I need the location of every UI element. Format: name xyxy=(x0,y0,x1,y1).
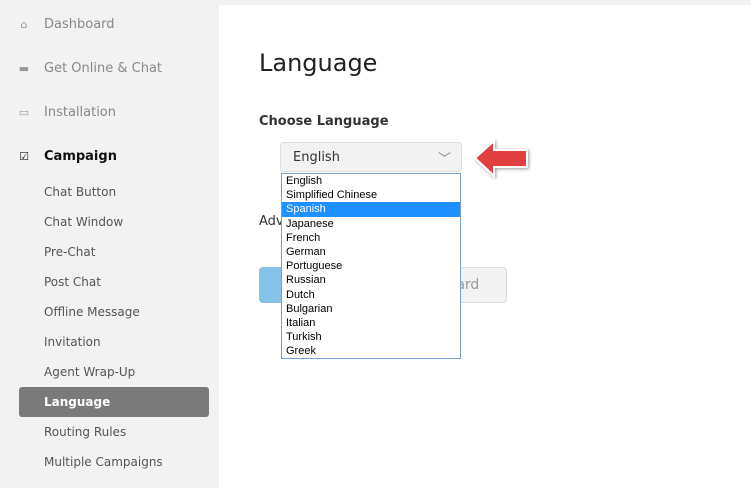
nav-label: Get Online & Chat xyxy=(44,60,163,76)
window-icon: ▭ xyxy=(18,105,30,119)
chevron-down-icon: ﹀ xyxy=(437,152,451,167)
language-option[interactable]: Portuguese xyxy=(282,259,460,273)
language-option[interactable]: Italian xyxy=(282,316,460,330)
language-option[interactable]: Russian xyxy=(282,273,460,287)
nav-label: Installation xyxy=(44,104,117,120)
language-option[interactable]: Turkish xyxy=(282,330,460,344)
chat-icon: ▬ xyxy=(18,61,30,75)
language-option[interactable]: Bulgarian xyxy=(282,302,460,316)
sidebar-item-agent-wrap-up[interactable]: Agent Wrap-Up xyxy=(19,357,209,387)
red-arrow-icon xyxy=(473,138,528,179)
language-option[interactable]: French xyxy=(282,231,460,245)
edit-icon: ☑ xyxy=(19,149,29,163)
language-option[interactable]: Dutch xyxy=(282,288,460,302)
language-option[interactable]: Spanish xyxy=(282,202,460,217)
nav-label: Dashboard xyxy=(44,16,115,32)
page-title: Language xyxy=(259,49,378,77)
selected-value: English xyxy=(293,150,340,165)
nav-label: Campaign xyxy=(44,148,117,164)
home-icon: ⌂ xyxy=(20,17,28,31)
language-option[interactable]: English xyxy=(282,174,460,188)
sidebar-item-post-chat[interactable]: Post Chat xyxy=(19,267,209,297)
language-option[interactable]: Simplified Chinese xyxy=(282,188,460,202)
nav-campaign[interactable]: ☑ Campaign xyxy=(18,146,117,166)
language-dropdown-list[interactable]: English Simplified Chinese Spanish Japanese… xyxy=(281,173,461,359)
language-option[interactable]: Japanese xyxy=(282,217,460,231)
choose-language-label: Choose Language xyxy=(259,114,389,129)
language-select[interactable]: English ﹀ xyxy=(280,142,462,172)
sidebar-item-pre-chat[interactable]: Pre-Chat xyxy=(19,237,209,267)
nav-get-online-chat[interactable]: ▬ Get Online & Chat xyxy=(18,58,162,78)
nav-installation[interactable]: ▭ Installation xyxy=(18,102,116,122)
language-option[interactable]: German xyxy=(282,245,460,259)
sidebar-item-routing-rules[interactable]: Routing Rules xyxy=(19,417,209,447)
sidebar-item-multiple-campaigns[interactable]: Multiple Campaigns xyxy=(19,447,209,477)
sidebar: ⌂ Dashboard ▬ Get Online & Chat ▭ Installat… xyxy=(0,0,219,488)
language-option[interactable]: Greek xyxy=(282,344,460,358)
sidebar-item-invitation[interactable]: Invitation xyxy=(19,327,209,357)
nav-dashboard[interactable]: ⌂ Dashboard xyxy=(18,14,115,34)
sidebar-item-chat-button[interactable]: Chat Button xyxy=(19,177,209,207)
sidebar-item-language[interactable]: Language xyxy=(19,387,209,417)
sidebar-item-chat-window[interactable]: Chat Window xyxy=(19,207,209,237)
sidebar-item-offline-message[interactable]: Offline Message xyxy=(19,297,209,327)
